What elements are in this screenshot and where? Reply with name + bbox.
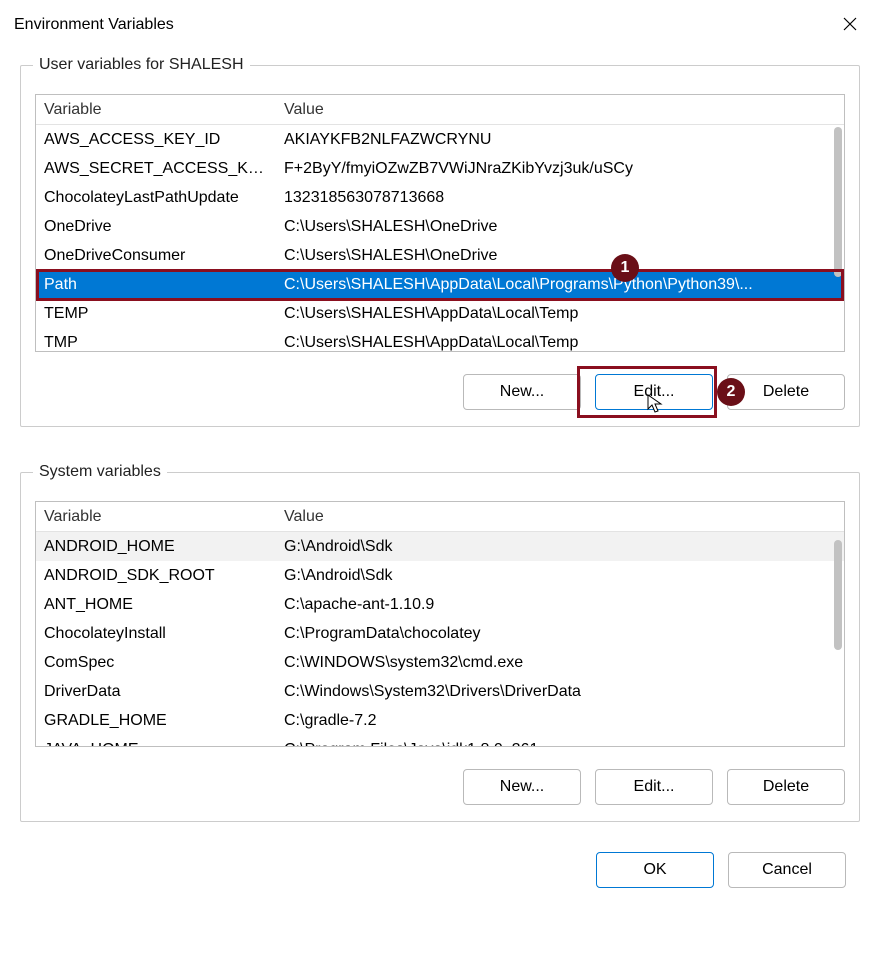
table-row[interactable]: TMPC:\Users\SHALESH\AppData\Local\Temp (36, 328, 844, 351)
header-value: Value (276, 98, 844, 122)
table-row[interactable]: ANDROID_SDK_ROOTG:\Android\Sdk (36, 561, 844, 590)
scrollbar[interactable] (834, 540, 842, 650)
edit-button[interactable]: Edit... (595, 374, 713, 410)
scrollbar[interactable] (834, 127, 842, 277)
table-row[interactable]: AWS_ACCESS_KEY_IDAKIAYKFB2NLFAZWCRYNU (36, 125, 844, 154)
window-title: Environment Variables (14, 16, 174, 34)
delete-button[interactable]: Delete (727, 769, 845, 805)
user-variables-list[interactable]: Variable Value AWS_ACCESS_KEY_IDAKIAYKFB… (35, 94, 845, 352)
table-row[interactable]: GRADLE_HOMEC:\gradle-7.2 (36, 706, 844, 735)
ok-button[interactable]: OK (596, 852, 714, 888)
user-group-legend: User variables for SHALESH (33, 56, 250, 74)
system-variables-list[interactable]: Variable Value ANDROID_HOMEG:\Android\Sd… (35, 501, 845, 747)
table-row[interactable]: ChocolateyInstallC:\ProgramData\chocolat… (36, 619, 844, 648)
table-row[interactable]: ComSpecC:\WINDOWS\system32\cmd.exe (36, 648, 844, 677)
user-buttons: New... Edit... Delete 2 (35, 374, 845, 410)
table-row[interactable]: OneDriveConsumerC:\Users\SHALESH\OneDriv… (36, 241, 844, 270)
table-row[interactable]: AWS_SECRET_ACCESS_KEYF+2ByY/fmyiOZwZB7VW… (36, 154, 844, 183)
table-row-selected[interactable]: PathC:\Users\SHALESH\AppData\Local\Progr… (36, 270, 844, 299)
table-row[interactable]: DriverDataC:\Windows\System32\Drivers\Dr… (36, 677, 844, 706)
list-header: Variable Value (36, 502, 844, 532)
system-variables-group: System variables Variable Value ANDROID_… (20, 463, 860, 822)
cancel-button[interactable]: Cancel (728, 852, 846, 888)
system-buttons: New... Edit... Delete (35, 769, 845, 805)
system-group-legend: System variables (33, 463, 167, 481)
close-icon[interactable] (834, 12, 866, 39)
table-row[interactable]: TEMPC:\Users\SHALESH\AppData\Local\Temp (36, 299, 844, 328)
edit-button[interactable]: Edit... (595, 769, 713, 805)
table-row[interactable]: ANT_HOMEC:\apache-ant-1.10.9 (36, 590, 844, 619)
table-row[interactable]: ANDROID_HOMEG:\Android\Sdk (36, 532, 844, 561)
list-header: Variable Value (36, 95, 844, 125)
table-row[interactable]: OneDriveC:\Users\SHALESH\OneDrive (36, 212, 844, 241)
header-value: Value (276, 505, 844, 529)
table-row[interactable]: JAVA_HOMEC:\Program Files\Java\jdk1.8.0_… (36, 735, 844, 746)
title-bar: Environment Variables (0, 0, 880, 46)
dialog-footer: OK Cancel (0, 852, 880, 908)
new-button[interactable]: New... (463, 769, 581, 805)
header-variable: Variable (36, 98, 276, 122)
table-row[interactable]: ChocolateyLastPathUpdate1323185630787136… (36, 183, 844, 212)
user-variables-group: User variables for SHALESH Variable Valu… (20, 56, 860, 427)
new-button[interactable]: New... (463, 374, 581, 410)
header-variable: Variable (36, 505, 276, 529)
delete-button[interactable]: Delete (727, 374, 845, 410)
